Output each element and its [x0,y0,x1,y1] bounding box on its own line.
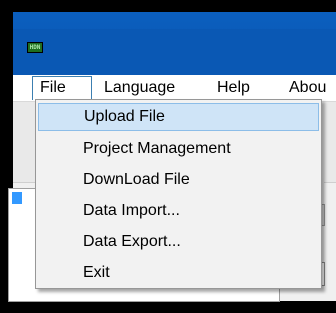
title-bar[interactable]: HDN [13,12,336,75]
menu-item-data-export[interactable]: Data Export... [38,228,319,256]
menu-about[interactable]: Abou [282,76,333,100]
menu-item-exit[interactable]: Exit [38,259,319,287]
app-icon[interactable]: HDN [27,42,43,53]
menu-bar: File Language Help Abou [13,75,336,102]
menu-help[interactable]: Help [210,76,257,100]
file-menu-dropdown: Upload File Project Management DownLoad … [35,99,322,289]
menu-item-data-import[interactable]: Data Import... [38,197,319,225]
menu-item-upload-file[interactable]: Upload File [38,103,319,131]
menu-item-project-management[interactable]: Project Management [38,135,319,163]
menu-file[interactable]: File [32,76,92,100]
title-bar-body [13,29,336,75]
menu-language[interactable]: Language [97,76,182,100]
menu-item-download-file[interactable]: DownLoad File [38,166,319,194]
project-list-selected-item[interactable] [12,192,22,204]
